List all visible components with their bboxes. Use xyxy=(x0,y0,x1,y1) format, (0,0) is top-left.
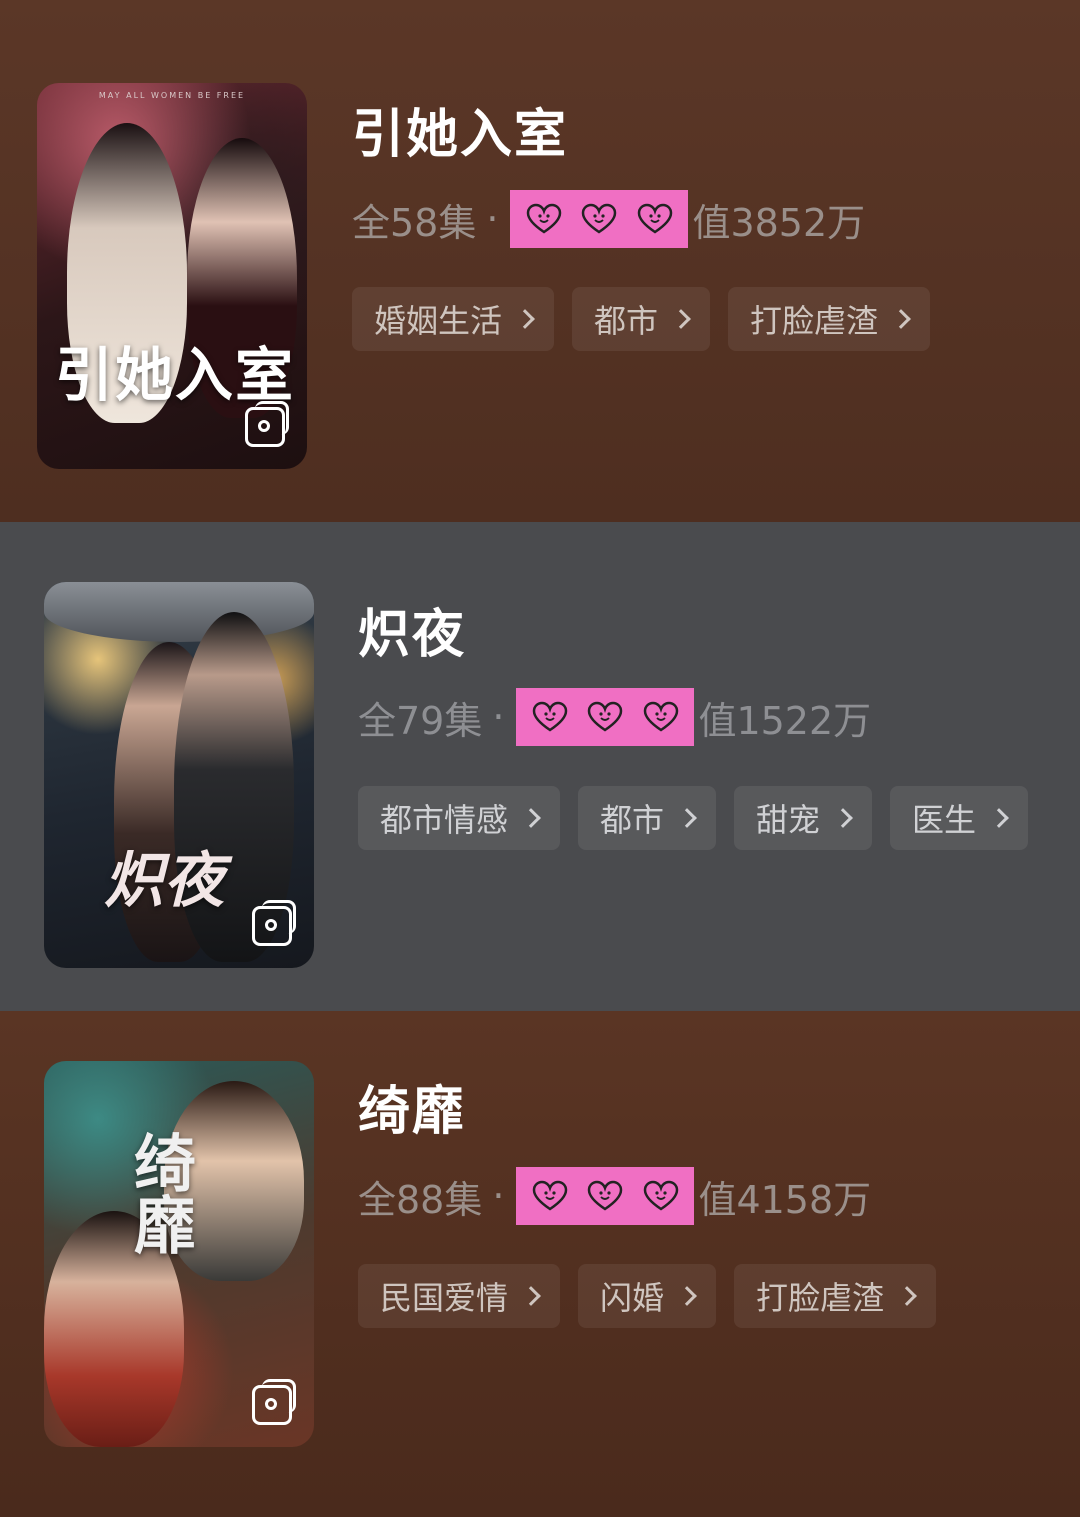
chevron-right-icon xyxy=(521,808,541,828)
tag-chip[interactable]: 民国爱情 xyxy=(358,1264,561,1328)
drama-card[interactable]: 绮靡 绮靡 全88集 · 值4158万 民国爱情 闪婚 打脸虐渣 xyxy=(0,1011,1080,1517)
tag-label: 婚姻生活 xyxy=(374,302,503,340)
drama-poster[interactable]: MAY ALL WOMEN BE FREE 引她入室 xyxy=(37,83,307,469)
tag-chip[interactable]: 都市 xyxy=(578,786,717,850)
gallery-icon xyxy=(252,900,296,946)
sticker-overlay xyxy=(516,1167,695,1225)
chevron-right-icon xyxy=(989,808,1009,828)
poster-umbrella xyxy=(44,582,314,642)
tag-label: 打脸虐渣 xyxy=(750,302,879,340)
drama-poster[interactable]: 绮靡 xyxy=(44,1061,314,1447)
drama-title[interactable]: 炽夜 xyxy=(358,592,466,667)
gallery-icon xyxy=(252,1379,296,1425)
tag-list: 都市情感 都市 甜宠 医生 xyxy=(358,786,1029,850)
heart-face-icon xyxy=(637,203,673,235)
gallery-icon xyxy=(245,401,289,447)
poster-tagline: MAY ALL WOMEN BE FREE xyxy=(98,91,246,100)
tag-label: 民国爱情 xyxy=(380,1279,509,1317)
tag-list: 民国爱情 闪婚 打脸虐渣 xyxy=(358,1264,937,1328)
drama-list: MAY ALL WOMEN BE FREE 引她入室 引她入室 全58集 · 值… xyxy=(0,0,1080,1517)
episode-count: 全58集 xyxy=(352,200,477,245)
chevron-right-icon xyxy=(515,309,535,329)
chevron-right-icon xyxy=(671,309,691,329)
episode-count: 全88集 xyxy=(358,1177,483,1222)
meta-separator: · xyxy=(492,1174,505,1218)
sticker-overlay xyxy=(510,190,689,248)
heart-face-icon xyxy=(587,1180,623,1212)
heart-face-icon xyxy=(581,203,617,235)
tag-label: 打脸虐渣 xyxy=(756,1279,885,1317)
poster-title: 绮靡 xyxy=(123,1131,196,1255)
meta-separator: · xyxy=(492,695,505,739)
sticker-overlay xyxy=(516,688,695,746)
poster-title: 引她入室 xyxy=(55,341,296,409)
tag-list: 婚姻生活 都市 打脸虐渣 xyxy=(352,287,931,351)
poster-title: 炽夜 xyxy=(104,846,224,916)
heart-face-icon xyxy=(587,701,623,733)
drama-meta: 全88集 · 值4158万 xyxy=(358,1167,871,1225)
chevron-right-icon xyxy=(521,1286,541,1306)
chevron-right-icon xyxy=(897,1286,917,1306)
chevron-right-icon xyxy=(833,808,853,828)
tag-chip[interactable]: 闪婚 xyxy=(578,1264,717,1328)
tag-label: 闪婚 xyxy=(600,1279,665,1317)
heart-face-icon xyxy=(532,701,568,733)
heat-stat: 值4158万 xyxy=(698,1177,872,1222)
tag-label: 都市情感 xyxy=(380,801,509,839)
heat-stat: 值3852万 xyxy=(692,200,866,245)
tag-chip[interactable]: 打脸虐渣 xyxy=(734,1264,937,1328)
heart-face-icon xyxy=(532,1180,568,1212)
tag-chip[interactable]: 婚姻生活 xyxy=(352,287,555,351)
meta-separator: · xyxy=(486,197,499,241)
drama-meta: 全79集 · 值1522万 xyxy=(358,688,871,746)
tag-chip[interactable]: 都市 xyxy=(572,287,711,351)
drama-meta: 全58集 · 值3852万 xyxy=(352,190,865,248)
chevron-right-icon xyxy=(677,808,697,828)
episode-count: 全79集 xyxy=(358,698,483,743)
heart-face-icon xyxy=(643,1180,679,1212)
tag-chip[interactable]: 打脸虐渣 xyxy=(728,287,931,351)
drama-title[interactable]: 绮靡 xyxy=(358,1069,466,1144)
tag-chip[interactable]: 医生 xyxy=(890,786,1029,850)
drama-poster[interactable]: 炽夜 xyxy=(44,582,314,968)
heart-face-icon xyxy=(526,203,562,235)
tag-label: 医生 xyxy=(912,801,977,839)
tag-label: 都市 xyxy=(594,302,659,340)
tag-chip[interactable]: 甜宠 xyxy=(734,786,873,850)
chevron-right-icon xyxy=(891,309,911,329)
tag-label: 甜宠 xyxy=(756,801,821,839)
drama-title[interactable]: 引她入室 xyxy=(352,92,568,167)
drama-card[interactable]: 炽夜 炽夜 全79集 · 值1522万 都市情感 都市 甜宠 医生 xyxy=(0,522,1080,1011)
tag-chip[interactable]: 都市情感 xyxy=(358,786,561,850)
heat-stat: 值1522万 xyxy=(698,698,872,743)
heart-face-icon xyxy=(643,701,679,733)
drama-card[interactable]: MAY ALL WOMEN BE FREE 引她入室 引她入室 全58集 · 值… xyxy=(0,0,1080,522)
chevron-right-icon xyxy=(677,1286,697,1306)
tag-label: 都市 xyxy=(600,801,665,839)
